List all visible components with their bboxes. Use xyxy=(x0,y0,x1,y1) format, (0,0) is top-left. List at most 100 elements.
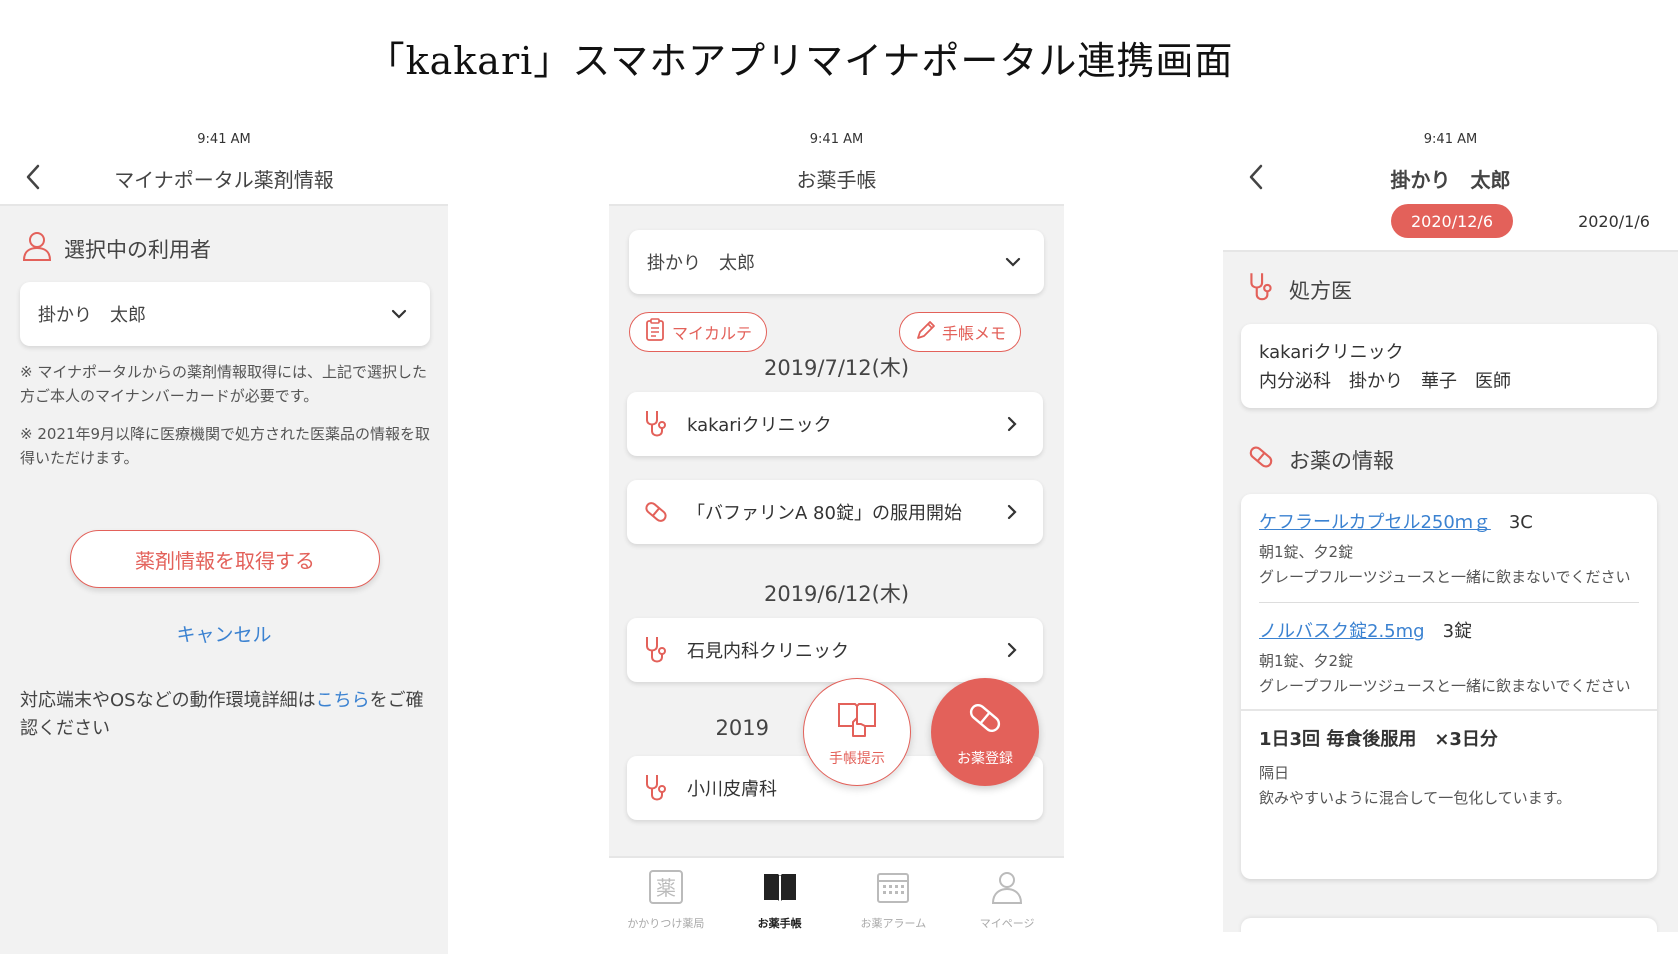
phone-medicine-notebook: 9:41 AM お薬手帳 掛かり 太郎 マイカルテ 手帳メモ 2019/7/12… xyxy=(609,122,1064,954)
status-time: 9:41 AM xyxy=(1423,132,1478,147)
tab-alarm[interactable]: お薬アラーム xyxy=(837,858,951,954)
screen-title: お薬手帳 xyxy=(796,168,877,192)
env-link[interactable]: こちら xyxy=(316,690,370,711)
tab-pharmacy[interactable]: 薬 かかりつけ薬局 xyxy=(609,858,723,954)
note-prescription-period: ※ 2021年9月以降に医療機関で処方された医薬品の情報を取得いただけます。 xyxy=(20,425,431,467)
note-mynumber-card: ※ マイナポータルからの薬剤情報取得には、上記で選択した方ご本人のマイナンバーカ… xyxy=(20,363,428,405)
pencil-icon xyxy=(914,318,936,346)
date-tab-active[interactable]: 2020/12/6 xyxy=(1391,204,1513,238)
medicine-qty: 3C xyxy=(1508,512,1533,533)
svg-text:薬: 薬 xyxy=(656,876,676,900)
clipboard-icon xyxy=(644,318,666,346)
person-icon xyxy=(988,868,1026,909)
user-select-value: 掛かり 太郎 xyxy=(38,305,146,326)
page-title: 「kakari」スマホアプリマイナポータル連携画面 xyxy=(366,39,1234,83)
medicine-name-link[interactable]: ノルバスク錠2.5mg xyxy=(1259,621,1425,642)
history-item-label: kakariクリニック xyxy=(687,415,832,436)
section-label: お薬の情報 xyxy=(1289,448,1394,473)
clinic-name: kakariクリニック xyxy=(1259,342,1404,363)
pill-icon xyxy=(641,496,671,528)
chevron-down-icon xyxy=(1004,253,1022,271)
stethoscope-icon xyxy=(1245,270,1277,309)
history-item-label: 「バファリンA 80錠」の服用開始 xyxy=(687,503,962,524)
section-label: 処方医 xyxy=(1289,278,1352,303)
user-select[interactable]: 掛かり 太郎 xyxy=(20,282,430,346)
register-medicine-label: お薬登録 xyxy=(957,751,1013,767)
doctor-card: kakariクリニック 内分泌科 掛かり 華子 医師 xyxy=(1241,324,1657,408)
chevron-down-icon xyxy=(390,305,408,323)
usage-note: 飲みやすいように混合して一包化しています。 xyxy=(1259,789,1572,807)
phone-prescription-detail: 9:41 AM 掛かり 太郎 2020/12/6 2020/1/6 処方医 ka… xyxy=(1223,122,1678,932)
fetch-drug-info-button[interactable]: 薬剤情報を取得する xyxy=(70,530,380,588)
usage-title: 1日3回 毎食後服用 ×3日分 xyxy=(1259,729,1498,750)
pharmacy-icon: 薬 xyxy=(647,868,685,909)
person-icon xyxy=(22,230,52,267)
medicine-dose: 朝1錠、夕2錠 xyxy=(1259,652,1354,670)
show-notebook-button[interactable]: 手帳提示 xyxy=(803,678,911,786)
date-header: 2019 xyxy=(715,716,769,740)
history-item-label: 石見内科クリニック xyxy=(687,641,849,662)
environment-info: 対応端末やOSなどの動作環境詳細はこちらをご確認ください xyxy=(20,687,440,743)
stethoscope-icon xyxy=(641,634,671,666)
register-medicine-button[interactable]: お薬登録 xyxy=(931,678,1039,786)
cancel-link[interactable]: キャンセル xyxy=(0,620,448,647)
medicine-name-link[interactable]: ケフラールカプセル250ｍｇ xyxy=(1259,512,1491,533)
history-item[interactable]: 石見内科クリニック xyxy=(627,618,1043,682)
tab-label: かかりつけ薬局 xyxy=(627,917,705,930)
usage-section: 1日3回 毎食後服用 ×3日分 隔日 飲みやすいように混合して一包化しています。 xyxy=(1241,709,1657,825)
capsule-icon xyxy=(963,696,1007,744)
chevron-right-icon xyxy=(1003,641,1021,659)
tab-label: マイページ xyxy=(979,917,1035,930)
user-select[interactable]: 掛かり 太郎 xyxy=(629,230,1044,294)
tab-label: お薬手帳 xyxy=(757,917,802,930)
screen-title: マイナポータル薬剤情報 xyxy=(114,168,334,192)
user-select-value: 掛かり 太郎 xyxy=(647,253,755,274)
memo-label: 手帳メモ xyxy=(942,324,1007,343)
pill-icon xyxy=(1245,440,1277,479)
stethoscope-icon xyxy=(641,772,671,804)
notebook-memo-button[interactable]: 手帳メモ xyxy=(899,312,1022,352)
medicine-dose: 朝1錠、夕2錠 xyxy=(1259,543,1354,561)
medicine-item: ケフラールカプセル250ｍｇ 3C 朝1錠、夕2錠 グレープフルーツジュースと一緒… xyxy=(1241,494,1657,590)
medicine-item: ノルバスク錠2.5mg 3錠 朝1錠、夕2錠 グレープフルーツジュースと一緒に飲ま… xyxy=(1241,603,1657,699)
tab-label: お薬アラーム xyxy=(860,917,927,930)
section-label: 選択中の利用者 xyxy=(64,237,211,262)
medicine-qty: 3錠 xyxy=(1442,621,1473,642)
date-tab[interactable]: 2020/1/6 xyxy=(1553,204,1675,238)
app-bar: 9:41 AM マイナポータル薬剤情報 xyxy=(0,122,448,206)
next-card-edge xyxy=(1241,918,1657,932)
book-icon xyxy=(761,868,799,909)
medicine-note: グレープフルーツジュースと一緒に飲まないでください xyxy=(1259,677,1631,695)
medicine-section-header: お薬の情報 xyxy=(1245,440,1394,479)
date-header: 2019/7/12(木) xyxy=(763,356,910,380)
history-item[interactable]: kakariクリニック xyxy=(627,392,1043,456)
app-bar: 9:41 AM お薬手帳 xyxy=(609,122,1064,206)
history-item[interactable]: 「バファリンA 80錠」の服用開始 xyxy=(627,480,1043,544)
screen-title: 掛かり 太郎 xyxy=(1390,168,1511,192)
stethoscope-icon xyxy=(641,408,671,440)
phone-myna-portal: 9:41 AM マイナポータル薬剤情報 選択中の利用者 掛かり 太郎 ※ マイナ… xyxy=(0,122,448,954)
date-header: 2019/6/12(木) xyxy=(763,582,910,606)
medicine-name-row: ケフラールカプセル250ｍｇ 3C xyxy=(1259,508,1639,534)
calendar-icon xyxy=(874,868,912,909)
doctor-name: 内分泌科 掛かり 華子 医師 xyxy=(1259,371,1511,392)
my-karte-button[interactable]: マイカルテ xyxy=(629,312,768,352)
env-prefix: 対応端末やOSなどの動作環境詳細は xyxy=(20,690,316,711)
status-time: 9:41 AM xyxy=(197,132,251,147)
bottom-tab-bar: 薬 かかりつけ薬局 お薬手帳 お薬アラーム マイページ xyxy=(609,856,1064,954)
selected-user-header: 選択中の利用者 xyxy=(22,230,211,267)
status-time: 9:41 AM xyxy=(809,132,864,147)
medicine-card: ケフラールカプセル250ｍｇ 3C 朝1錠、夕2錠 グレープフルーツジュースと一緒… xyxy=(1241,494,1657,879)
book-hand-icon xyxy=(835,696,879,744)
history-item-label: 小川皮膚科 xyxy=(687,779,777,800)
tab-notebook[interactable]: お薬手帳 xyxy=(723,858,837,954)
usage-frequency: 隔日 xyxy=(1259,764,1290,782)
doctor-section-header: 処方医 xyxy=(1245,270,1352,309)
tab-mypage[interactable]: マイページ xyxy=(950,858,1064,954)
my-karte-label: マイカルテ xyxy=(672,324,753,343)
chevron-right-icon xyxy=(1003,415,1021,433)
chevron-right-icon xyxy=(1003,503,1021,521)
medicine-note: グレープフルーツジュースと一緒に飲まないでください xyxy=(1259,568,1631,586)
app-bar: 9:41 AM 掛かり 太郎 2020/12/6 2020/1/6 xyxy=(1223,122,1678,252)
show-notebook-label: 手帳提示 xyxy=(829,751,885,767)
